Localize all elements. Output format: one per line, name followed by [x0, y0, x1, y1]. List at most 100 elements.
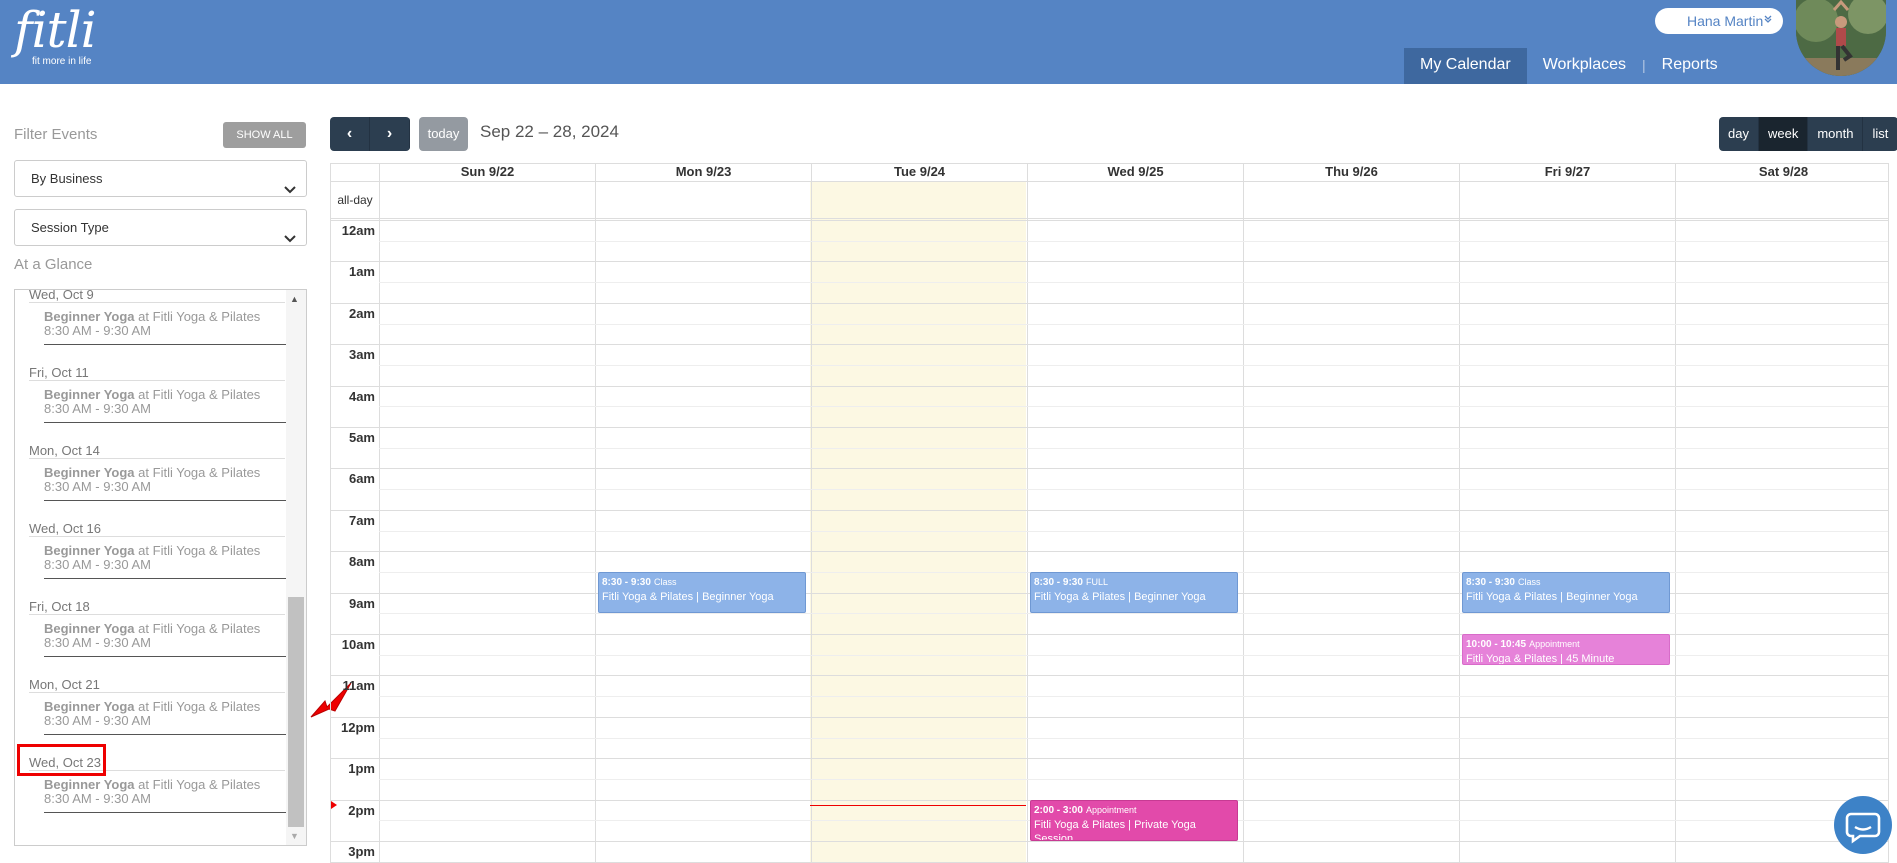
hour-gridline: [331, 841, 1888, 842]
glance-event-location: at Fitli Yoga & Pilates: [138, 777, 261, 792]
by-business-select[interactable]: By Business: [14, 160, 307, 197]
time-label: 11am: [342, 678, 375, 694]
chat-bubble-icon: [1845, 812, 1881, 844]
view-switcher: day week month list: [1719, 117, 1897, 151]
glance-event[interactable]: Beginner Yoga at Fitli Yoga & Pilates 8:3…: [44, 544, 260, 572]
fitli-logo[interactable]: fitli fit more in life: [14, 1, 97, 67]
calendar-event[interactable]: 8:30 - 9:30 Class Fitli Yoga & Pilates | …: [1462, 571, 1670, 614]
event-time: 2:00 - 3:00: [1034, 804, 1083, 816]
prev-week-button[interactable]: ‹: [330, 117, 370, 151]
glance-event-time: 8:30 AM - 9:30 AM: [44, 791, 151, 806]
session-type-value: Session Type: [31, 220, 109, 235]
glance-event[interactable]: Beginner Yoga at Fitli Yoga & Pilates 8:3…: [44, 622, 260, 650]
glance-event-name: Beginner Yoga: [44, 465, 135, 480]
view-list-button[interactable]: list: [1863, 117, 1897, 151]
event-title: Fitli Yoga & Pilates | Private Yoga Sess…: [1034, 818, 1196, 841]
next-week-button[interactable]: ›: [370, 117, 410, 151]
half-hour-gridline: [379, 323, 1888, 325]
scroll-up-icon[interactable]: ▲: [290, 294, 299, 304]
glance-date: Mon, Oct 14: [29, 443, 100, 458]
header-divider: [331, 218, 1888, 219]
scrollbar-thumb[interactable]: [288, 597, 304, 827]
time-label: 1am: [348, 264, 375, 280]
avatar[interactable]: [1796, 0, 1886, 76]
glance-event[interactable]: Beginner Yoga at Fitli Yoga & Pilates 8:3…: [44, 700, 260, 728]
hour-gridline: [331, 675, 1888, 677]
nav-reports[interactable]: Reports: [1646, 48, 1734, 84]
time-label: 2pm: [348, 802, 375, 818]
today-column-highlight: [810, 181, 1026, 862]
session-type-select[interactable]: Session Type: [14, 209, 307, 246]
time-label: 3pm: [348, 844, 375, 859]
glance-date-divider: [29, 302, 285, 303]
event-time: 8:30 - 9:30: [1466, 576, 1515, 588]
highlight-annotation-box: [17, 744, 106, 776]
half-hour-gridline: [379, 737, 1888, 739]
glance-event-location: at Fitli Yoga & Pilates: [138, 309, 261, 324]
view-week-button[interactable]: week: [1758, 117, 1809, 151]
logo-text: fitli: [14, 1, 97, 59]
by-business-value: By Business: [31, 171, 103, 186]
time-label: 12pm: [341, 719, 375, 735]
glance-event-time: 8:30 AM - 9:30 AM: [44, 323, 151, 338]
hour-gridline: [331, 551, 1888, 553]
view-month-button[interactable]: month: [1808, 117, 1864, 151]
glance-date: Mon, Oct 21: [29, 677, 100, 692]
half-hour-gridline: [379, 240, 1888, 242]
chevron-down-icon: [284, 173, 296, 208]
glance-event-divider: [44, 812, 286, 813]
hour-gridline: [331, 302, 1888, 304]
glance-event[interactable]: Beginner Yoga at Fitli Yoga & Pilates 8:3…: [44, 466, 260, 494]
glance-event-divider: [44, 734, 286, 735]
hour-gridline: [331, 261, 1888, 263]
calendar-event[interactable]: 8:30 - 9:30 FULL Fitli Yoga & Pilates | B…: [1030, 571, 1238, 614]
glance-event-name: Beginner Yoga: [44, 387, 135, 402]
hour-gridline: [331, 385, 1888, 387]
glance-event[interactable]: Beginner Yoga at Fitli Yoga & Pilates 8:3…: [44, 778, 260, 806]
glance-event[interactable]: Beginner Yoga at Fitli Yoga & Pilates 8:3…: [44, 388, 260, 416]
time-label: 4am: [348, 388, 375, 404]
user-menu[interactable]: Hana Martin: [1655, 8, 1783, 34]
calendar-event[interactable]: 2:00 - 3:00 Appointment Fitli Yoga & Pila…: [1030, 799, 1238, 841]
glance-date-divider: [29, 614, 285, 615]
logo-tagline: fit more in life: [32, 56, 92, 67]
day-header: Sun 9/22: [379, 164, 595, 180]
nav-workplaces[interactable]: Workplaces: [1527, 48, 1642, 84]
glance-date-divider: [29, 692, 285, 693]
glance-event-time: 8:30 AM - 9:30 AM: [44, 557, 151, 572]
scroll-down-icon[interactable]: ▼: [290, 831, 299, 841]
hour-gridline: [331, 468, 1888, 470]
glance-event-location: at Fitli Yoga & Pilates: [138, 699, 261, 714]
day-header: Tue 9/24: [811, 164, 1027, 180]
glance-event-divider: [44, 578, 286, 579]
glance-event-name: Beginner Yoga: [44, 309, 135, 324]
glance-event-location: at Fitli Yoga & Pilates: [138, 543, 261, 558]
glance-date: Wed, Oct 16: [29, 521, 102, 536]
double-chevron-down-icon: [1763, 8, 1773, 34]
glance-event-location: at Fitli Yoga & Pilates: [138, 621, 261, 636]
half-hour-gridline: [379, 778, 1888, 780]
chat-button[interactable]: [1834, 796, 1892, 854]
show-all-button[interactable]: SHOW ALL: [223, 122, 306, 148]
event-title: Fitli Yoga & Pilates | Beginner Yoga: [1034, 590, 1206, 603]
event-title: Fitli Yoga & Pilates | Beginner Yoga: [602, 590, 774, 603]
prev-next-group: ‹ ›: [330, 117, 410, 151]
user-name: Hana Martin: [1687, 13, 1764, 29]
time-label: 7am: [348, 512, 375, 528]
view-day-button[interactable]: day: [1719, 117, 1759, 151]
half-hour-gridline: [379, 447, 1888, 449]
today-button[interactable]: today: [419, 117, 468, 151]
current-time-marker-icon: [331, 801, 337, 809]
day-header: Mon 9/23: [595, 164, 811, 180]
calendar-event[interactable]: 8:30 - 9:30 Class Fitli Yoga & Pilates | …: [598, 571, 806, 614]
day-header: Sat 9/28: [1675, 164, 1888, 180]
event-time: 8:30 - 9:30: [602, 576, 651, 588]
glance-event-location: at Fitli Yoga & Pilates: [138, 465, 261, 480]
day-header: Thu 9/26: [1243, 164, 1459, 180]
time-label: 6am: [348, 471, 375, 487]
hour-gridline: [331, 758, 1888, 760]
glance-event[interactable]: Beginner Yoga at Fitli Yoga & Pilates 8:3…: [44, 310, 260, 338]
event-time: 10:00 - 10:45: [1466, 639, 1527, 650]
calendar-event[interactable]: 10:00 - 10:45 Appointment Fitli Yoga & Pi…: [1462, 634, 1670, 666]
nav-my-calendar[interactable]: My Calendar: [1404, 48, 1527, 84]
